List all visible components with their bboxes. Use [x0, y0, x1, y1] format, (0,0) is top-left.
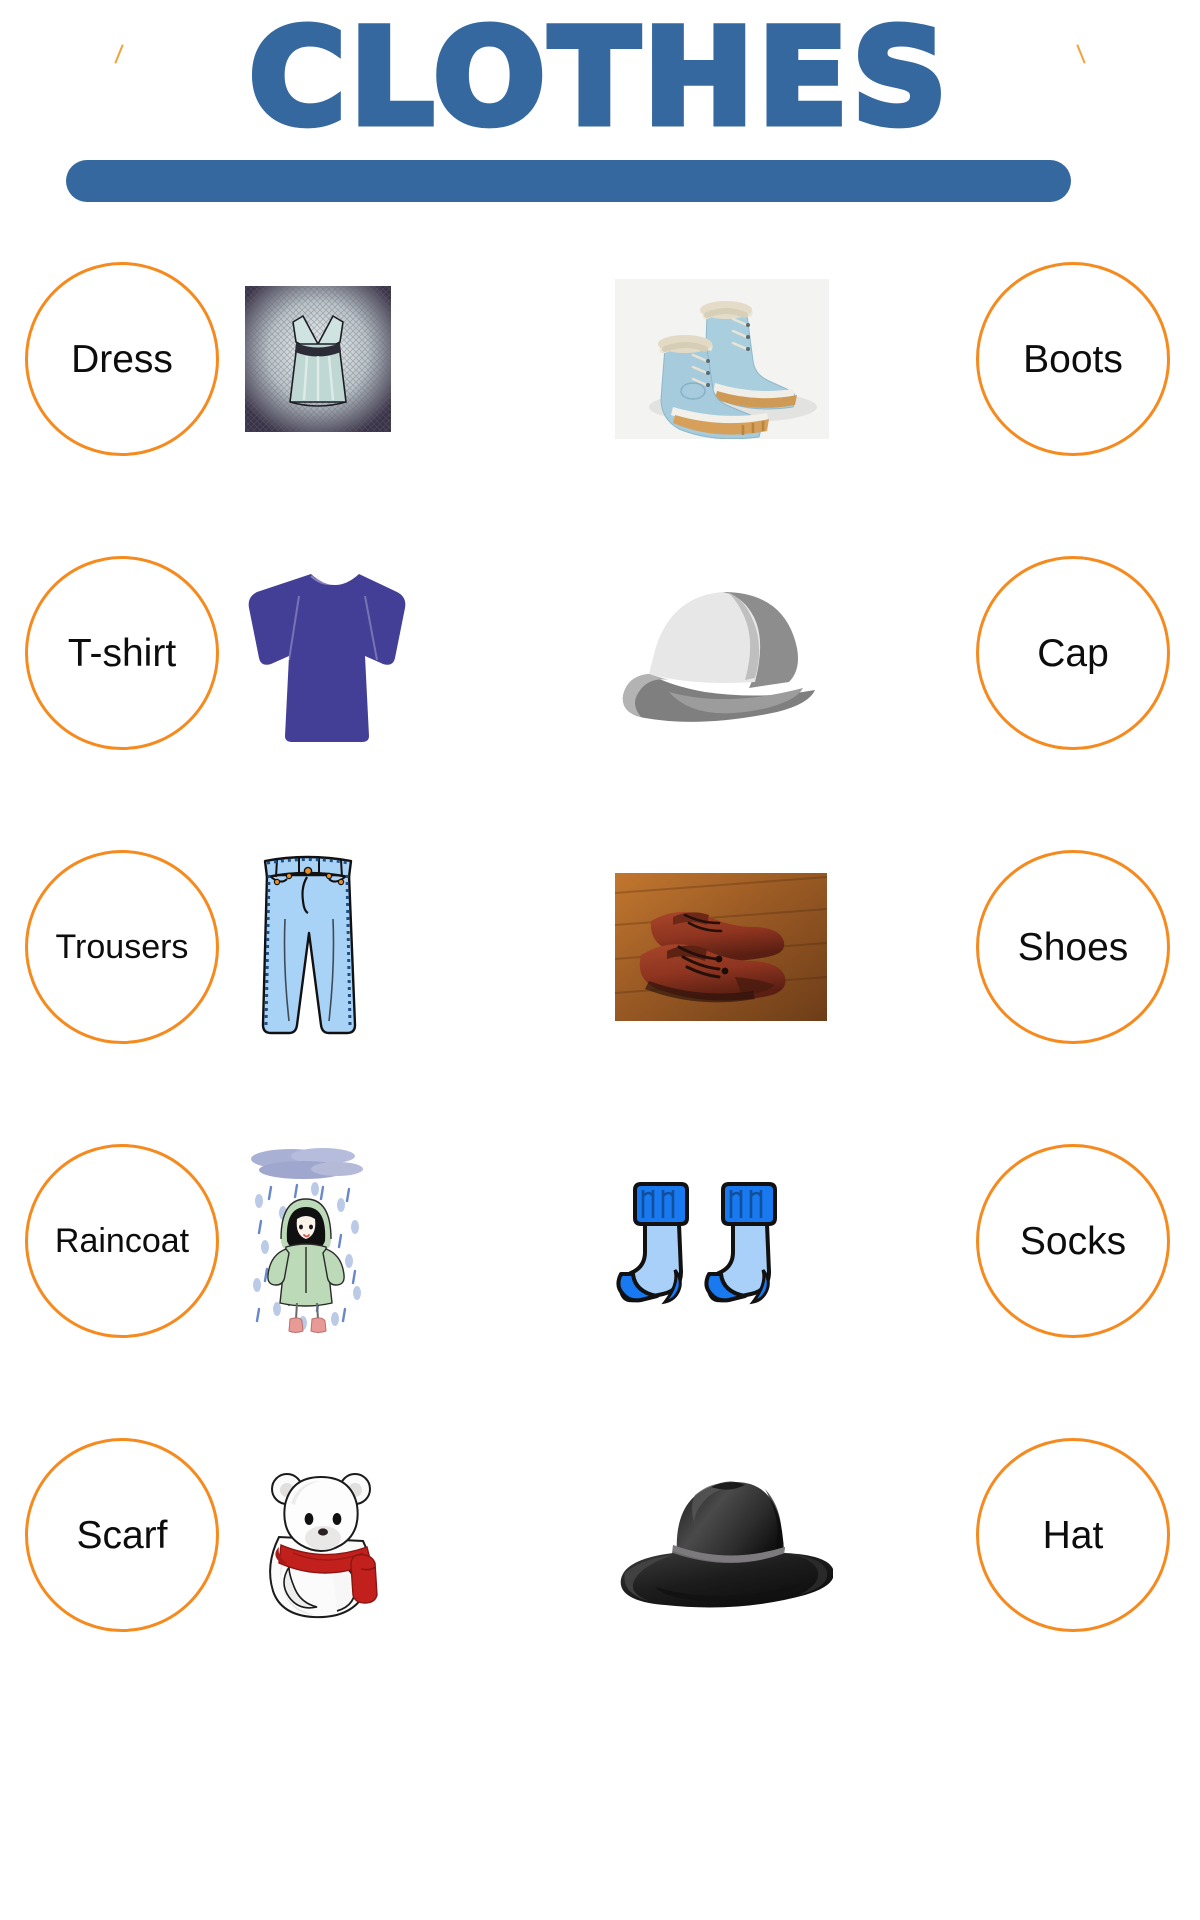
vocab-item-trousers[interactable]: Trousers: [0, 800, 600, 1094]
title-underline-bar: [66, 160, 1071, 202]
vocab-row: Scarf: [0, 1388, 1200, 1682]
vocab-item-boots[interactable]: Boots: [600, 212, 1200, 506]
vocab-row: Trousers: [0, 800, 1200, 1094]
winter-boots-photo: [615, 279, 829, 439]
vocab-item-cap[interactable]: Cap: [600, 506, 1200, 800]
label-circle-scarf[interactable]: Scarf: [25, 1438, 219, 1632]
vocab-item-hat[interactable]: Hat: [600, 1388, 1200, 1682]
page-header: CLOTHES: [0, 0, 1200, 210]
vocab-label: Trousers: [56, 930, 189, 964]
leather-shoes-photo: [615, 873, 827, 1021]
label-circle-boots[interactable]: Boots: [976, 262, 1170, 456]
vocab-item-raincoat[interactable]: Raincoat: [0, 1094, 600, 1388]
label-circle-tshirt[interactable]: T-shirt: [25, 556, 219, 750]
vocab-label: Raincoat: [55, 1224, 189, 1258]
vocab-label: Scarf: [76, 1516, 167, 1555]
raincoat-watercolor-image: [245, 1143, 367, 1339]
polar-bear-scarf-illustration: [245, 1449, 395, 1621]
dress-sketch-image: [245, 286, 391, 432]
vocab-label: Boots: [1023, 340, 1123, 379]
label-circle-cap[interactable]: Cap: [976, 556, 1170, 750]
label-circle-trousers[interactable]: Trousers: [25, 850, 219, 1044]
vocab-item-tshirt[interactable]: T-shirt: [0, 506, 600, 800]
socks-illustration: [615, 1156, 793, 1326]
label-circle-raincoat[interactable]: Raincoat: [25, 1144, 219, 1338]
vocab-item-dress[interactable]: Dress: [0, 212, 600, 506]
vocabulary-grid: Dress: [0, 212, 1200, 1920]
vocab-label: Dress: [71, 340, 173, 379]
label-circle-shoes[interactable]: Shoes: [976, 850, 1170, 1044]
vocab-label: Cap: [1037, 634, 1109, 673]
vocab-item-shoes[interactable]: Shoes: [600, 800, 1200, 1094]
jeans-illustration: [245, 849, 371, 1045]
label-circle-socks[interactable]: Socks: [976, 1144, 1170, 1338]
vocab-item-socks[interactable]: Socks: [600, 1094, 1200, 1388]
baseball-cap-illustration: [615, 584, 837, 722]
fedora-hat-illustration: [615, 1461, 833, 1609]
vocab-row: Dress: [0, 212, 1200, 506]
vocab-label: T-shirt: [68, 634, 176, 673]
tshirt-illustration: [245, 564, 413, 742]
vocab-item-scarf[interactable]: Scarf: [0, 1388, 600, 1682]
vocab-row: T-shirt: [0, 506, 1200, 800]
page-title: CLOTHES: [0, 8, 1200, 148]
vocab-row: Raincoat: [0, 1094, 1200, 1388]
label-circle-dress[interactable]: Dress: [25, 262, 219, 456]
label-circle-hat[interactable]: Hat: [976, 1438, 1170, 1632]
vocab-label: Socks: [1020, 1222, 1126, 1261]
vocab-label: Hat: [1043, 1516, 1104, 1555]
vocab-label: Shoes: [1018, 928, 1129, 967]
